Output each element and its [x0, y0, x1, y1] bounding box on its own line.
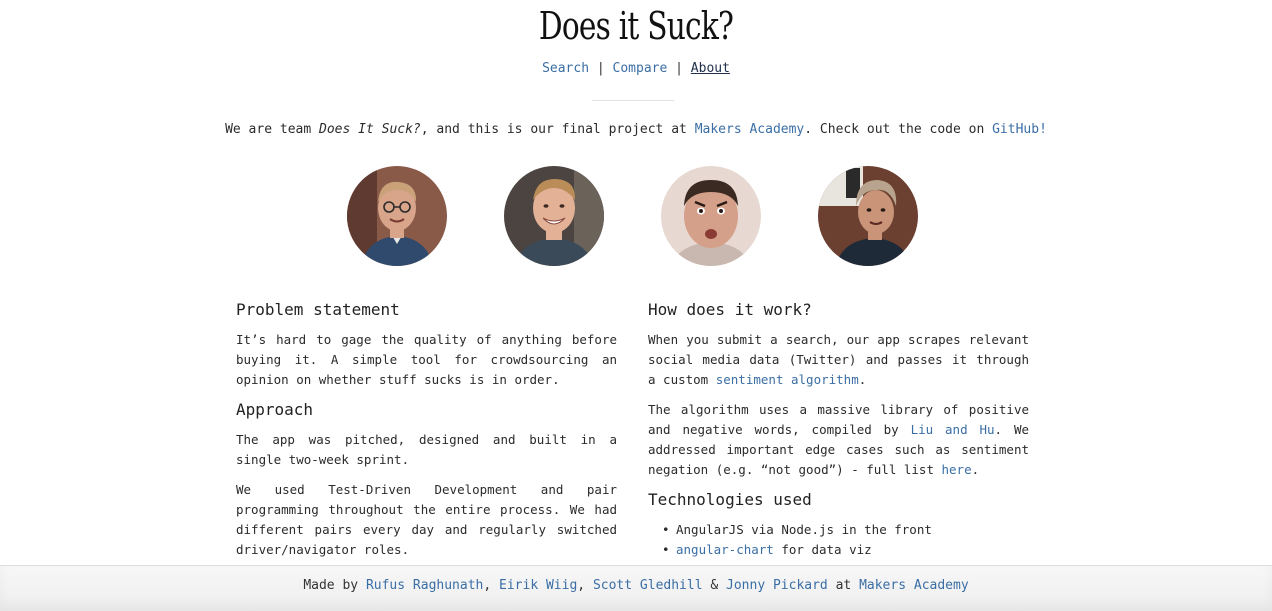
portrait-photo — [504, 166, 604, 266]
avatar-rufus — [347, 166, 447, 266]
header-divider — [592, 100, 674, 101]
footer-member-link[interactable]: Eirik Wiig — [499, 578, 577, 593]
approach-paragraph: The app was pitched, designed and built … — [236, 432, 617, 467]
list-item: angular-chart for data viz — [662, 540, 1029, 560]
footer-member-link[interactable]: Jonny Pickard — [726, 578, 828, 593]
problem-statement-heading: Problem statement — [236, 300, 400, 319]
intro-team-name: Does It Suck? — [319, 122, 421, 137]
liu-and-hu-link[interactable]: Liu and Hu — [911, 422, 995, 437]
list-item: AngularJS via Node.js in the front — [662, 520, 1029, 540]
footer-at: at — [827, 578, 860, 593]
site-title: Does it Suck? — [538, 4, 734, 48]
technologies-heading: Technologies used — [648, 490, 812, 509]
nav-about-link[interactable]: About — [691, 61, 730, 76]
portrait-photo — [661, 166, 761, 266]
nav-compare-link[interactable]: Compare — [613, 61, 668, 76]
footer-separator: , — [483, 578, 500, 593]
text-fragment: . — [971, 462, 980, 477]
portrait-photo — [347, 166, 447, 266]
footer-member-link[interactable]: Scott Gledhill — [593, 578, 703, 593]
team-avatars — [0, 166, 1272, 266]
right-column: How does it work? When you submit a sear… — [648, 300, 1029, 560]
problem-statement-text: It’s hard to gage the quality of anythin… — [236, 332, 617, 387]
text-fragment: . — [858, 372, 867, 387]
footer-separator: , — [577, 578, 593, 593]
sentiment-algorithm-link[interactable]: sentiment algorithm — [716, 372, 859, 387]
intro-prefix: We are team — [225, 122, 319, 137]
full-list-link[interactable]: here — [942, 462, 972, 477]
nav-separator: | — [596, 61, 605, 76]
nav-separator: | — [675, 61, 683, 76]
avatar-jonny — [818, 166, 918, 266]
avatar-scott — [661, 166, 761, 266]
github-link[interactable]: GitHub! — [992, 122, 1047, 137]
footer-made-by: Made by — [303, 578, 366, 593]
nav-search-link[interactable]: Search — [542, 61, 589, 76]
site-footer: Made by Rufus Raghunath, Eirik Wiig, Sco… — [0, 565, 1272, 611]
how-it-works-heading: How does it work? — [648, 300, 812, 319]
algorithm-paragraph: The algorithm uses a massive library of … — [648, 400, 1029, 480]
footer-ampersand: & — [702, 578, 727, 593]
angular-chart-link[interactable]: angular-chart — [676, 542, 774, 557]
intro-text: We are team Does It Suck?, and this is o… — [0, 122, 1272, 137]
makers-academy-link[interactable]: Makers Academy — [695, 122, 805, 137]
footer-makers-academy-link[interactable]: Makers Academy — [859, 578, 969, 593]
intro-middle: , and this is our final project at — [420, 122, 695, 137]
technologies-list: AngularJS via Node.js in the front angul… — [662, 520, 1029, 560]
avatar-eirik — [504, 166, 604, 266]
footer-member-link[interactable]: Rufus Raghunath — [366, 578, 483, 593]
main-nav: Search | Compare | About — [0, 61, 1272, 76]
approach-heading: Approach — [236, 400, 314, 419]
approach-paragraph: We used Test-Driven Development and pair… — [236, 482, 617, 557]
how-it-works-paragraph: When you submit a search, our app scrape… — [648, 330, 1029, 390]
intro-middle2: . Check out the code on — [804, 122, 993, 137]
portrait-photo — [818, 166, 918, 266]
text-fragment: for data viz — [773, 542, 872, 557]
left-column: Problem statement It’s hard to gage the … — [236, 300, 617, 570]
